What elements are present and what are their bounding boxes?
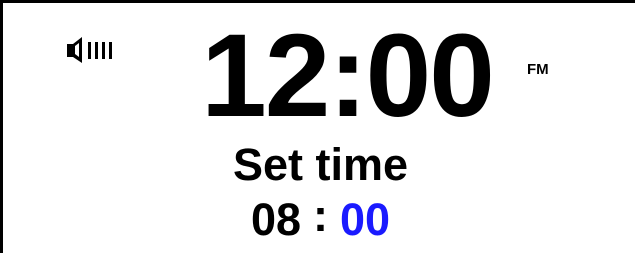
- hours-field[interactable]: 08: [251, 194, 301, 246]
- speaker-volume-icon: [67, 37, 112, 63]
- volume-bar: [95, 42, 98, 59]
- radio-display-screen: 12:00 FM Set time 08:00: [0, 0, 635, 253]
- set-time-fields: 08:00: [3, 190, 635, 246]
- volume-bar: [88, 42, 91, 59]
- time-separator: :: [313, 190, 328, 241]
- clock-time: 12:00: [201, 10, 495, 142]
- set-time-title: Set time: [232, 139, 409, 190]
- volume-bar: [109, 42, 112, 59]
- minutes-field[interactable]: 00: [340, 194, 390, 246]
- band-indicator: FM: [527, 61, 549, 78]
- volume-bar: [102, 42, 105, 59]
